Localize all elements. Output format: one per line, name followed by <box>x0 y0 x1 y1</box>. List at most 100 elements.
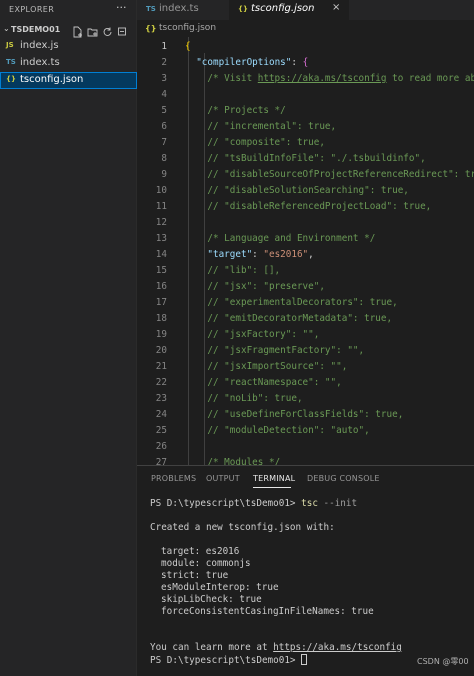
code-line[interactable]: 1{ <box>137 39 474 55</box>
terminal-line: module: commonjs <box>161 558 251 569</box>
tab-tsconfig-json[interactable]: {} tsconfig.json × <box>229 0 349 20</box>
line-number: 18 <box>155 313 167 324</box>
code-token: // "lib": [], <box>207 265 281 276</box>
chevron-down-icon[interactable]: ⌄ <box>3 24 10 33</box>
explorer-sidebar: EXPLORER ··· ⌄ TSDEMO01 JS index.js TS i… <box>0 0 137 676</box>
code-token: // "moduleDetection": "auto", <box>207 425 370 436</box>
terminal-line: Created a new tsconfig.json with: <box>150 522 335 533</box>
code-line[interactable]: 23 // "noLib": true, <box>137 391 474 407</box>
file-item-tsconfig-json[interactable]: {} tsconfig.json <box>0 72 137 89</box>
terminal-cursor <box>301 654 308 665</box>
tab-terminal[interactable]: TERMINAL <box>253 474 295 483</box>
watermark: CSDN @零00 <box>417 657 469 666</box>
file-item-index-js[interactable]: JS index.js <box>0 38 137 55</box>
line-number: 27 <box>155 457 167 465</box>
terminal-line: forceConsistentCasingInFileNames: true <box>161 606 374 617</box>
bottom-panel: PROBLEMS OUTPUT TERMINAL DEBUG CONSOLE P… <box>137 465 474 676</box>
close-icon[interactable]: × <box>332 2 340 13</box>
code-token: // "noLib": true, <box>207 393 303 404</box>
code-line[interactable]: 10 // "disableSolutionSearching": true, <box>137 183 474 199</box>
code-line[interactable]: 25 // "moduleDetection": "auto", <box>137 423 474 439</box>
terminal-command-arg: --init <box>317 498 358 509</box>
code-token: { <box>302 57 309 68</box>
code-line[interactable]: 8 // "tsBuildInfoFile": "./.tsbuildinfo"… <box>137 151 474 167</box>
code-line[interactable]: 17 // "experimentalDecorators": true, <box>137 295 474 311</box>
code-line[interactable]: 21 // "jsxImportSource": "", <box>137 359 474 375</box>
code-line[interactable]: 13 /* Language and Environment */ <box>137 231 474 247</box>
code-line[interactable]: 2 "compilerOptions": { <box>137 55 474 71</box>
code-token[interactable]: https://aka.ms/tsconfig <box>258 73 387 84</box>
code-line[interactable]: 14 "target": "es2016", <box>137 247 474 263</box>
line-number: 1 <box>161 41 167 52</box>
tab-problems[interactable]: PROBLEMS <box>151 474 196 483</box>
code-text: "target": "es2016", <box>185 247 313 263</box>
project-folder[interactable]: ⌄ TSDEMO01 <box>0 22 137 38</box>
code-line[interactable]: 22 // "reactNamespace": "", <box>137 375 474 391</box>
code-text: // "moduleDetection": "auto", <box>185 423 370 439</box>
project-name: TSDEMO01 <box>11 25 61 34</box>
code-token: /* Visit <box>207 73 258 84</box>
code-text: /* Visit https://aka.ms/tsconfig to read… <box>185 71 474 87</box>
line-number: 20 <box>155 345 167 356</box>
tab-debug-console[interactable]: DEBUG CONSOLE <box>307 474 380 483</box>
file-item-index-ts[interactable]: TS index.ts <box>0 55 137 72</box>
code-line[interactable]: 7 // "composite": true, <box>137 135 474 151</box>
code-line[interactable]: 18 // "emitDecoratorMetadata": true, <box>137 311 474 327</box>
line-number: 9 <box>161 169 167 180</box>
code-token: // "composite": true, <box>207 137 325 148</box>
code-line[interactable]: 20 // "jsxFragmentFactory": "", <box>137 343 474 359</box>
tab-index-ts[interactable]: TS index.ts <box>137 0 227 20</box>
code-token: // "reactNamespace": "", <box>207 377 342 388</box>
code-token: "compilerOptions" <box>196 57 292 68</box>
collapse-all-icon[interactable] <box>117 23 128 36</box>
code-text: // "disableSourceOfProjectReferenceRedir… <box>185 167 474 183</box>
refresh-icon[interactable] <box>102 23 113 36</box>
code-token: // "disableReferencedProjectLoad": true, <box>207 201 432 212</box>
code-line[interactable]: 3 /* Visit https://aka.ms/tsconfig to re… <box>137 71 474 87</box>
code-token: // "disableSourceOfProjectReferenceRedir… <box>207 169 474 180</box>
line-number: 19 <box>155 329 167 340</box>
code-token: // "emitDecoratorMetadata": true, <box>207 313 393 324</box>
line-number: 8 <box>161 153 167 164</box>
code-line[interactable]: 5 /* Projects */ <box>137 103 474 119</box>
code-line[interactable]: 24 // "useDefineForClassFields": true, <box>137 407 474 423</box>
code-line[interactable]: 27 /* Modules */ <box>137 455 474 465</box>
active-tab-indicator <box>253 487 291 488</box>
code-line[interactable]: 9 // "disableSourceOfProjectReferenceRed… <box>137 167 474 183</box>
code-line[interactable]: 15 // "lib": [], <box>137 263 474 279</box>
line-number: 15 <box>155 265 167 276</box>
tab-output[interactable]: OUTPUT <box>206 474 240 483</box>
file-name: index.ts <box>20 57 60 68</box>
code-line[interactable]: 19 // "jsxFactory": "", <box>137 327 474 343</box>
code-line[interactable]: 11 // "disableReferencedProjectLoad": tr… <box>137 199 474 215</box>
more-actions-icon[interactable]: ··· <box>116 1 127 14</box>
terminal-command: tsc <box>301 498 318 509</box>
ts-file-icon: TS <box>6 58 16 66</box>
new-file-icon[interactable] <box>72 23 83 38</box>
code-editor[interactable]: 1{2 "compilerOptions": {3 /* Visit https… <box>137 37 474 465</box>
code-line[interactable]: 6 // "incremental": true, <box>137 119 474 135</box>
breadcrumb-item[interactable]: tsconfig.json <box>159 23 216 33</box>
breadcrumb: {} tsconfig.json <box>137 20 474 37</box>
code-line[interactable]: 4 <box>137 87 474 103</box>
explorer-title: EXPLORER <box>9 5 55 14</box>
terminal-link[interactable]: https://aka.ms/tsconfig <box>273 642 402 653</box>
code-line[interactable]: 26 <box>137 439 474 455</box>
code-text: // "composite": true, <box>185 135 325 151</box>
code-token: to read more abo <box>386 73 474 84</box>
code-line[interactable]: 12 <box>137 215 474 231</box>
code-line[interactable]: 16 // "jsx": "preserve", <box>137 279 474 295</box>
new-folder-icon[interactable] <box>87 23 98 37</box>
